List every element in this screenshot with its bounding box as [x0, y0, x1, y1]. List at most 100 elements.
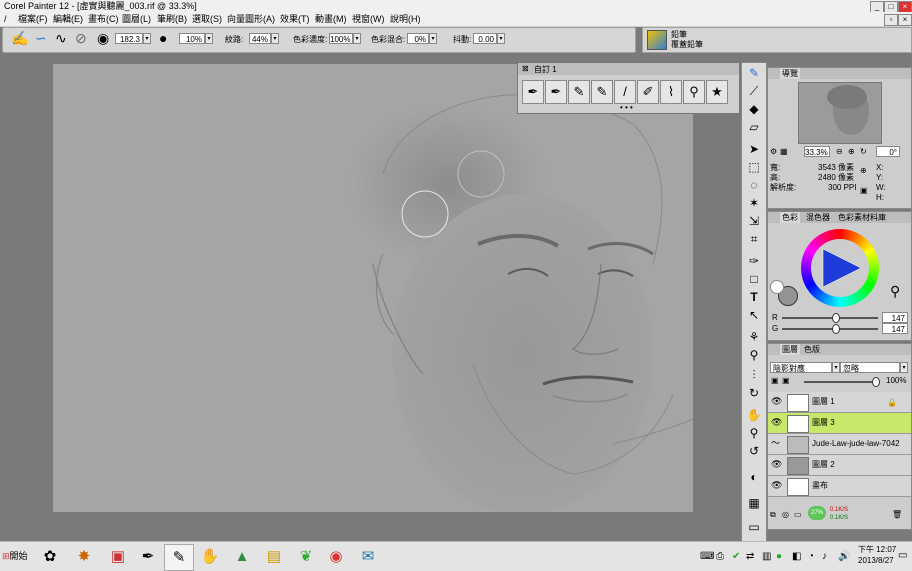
bleed-dropdown[interactable]: ▾ — [429, 33, 437, 44]
tray-printer-icon[interactable]: ⎙ — [716, 551, 724, 562]
menu-layers[interactable]: 圖層(L) — [122, 12, 151, 26]
rubber-stamp-icon[interactable]: ⚲ — [744, 347, 764, 364]
start-button[interactable]: ⊞開始 — [2, 546, 32, 566]
layer-row[interactable]: 👁 圖層 2 — [768, 455, 911, 476]
composite-depth-select[interactable]: 忽略 — [840, 362, 900, 373]
brush-slot-5[interactable]: / — [614, 80, 636, 104]
game-app-icon[interactable]: ✸ — [70, 544, 98, 569]
layer-row[interactable]: ～ Jude-Law-jude-law-7042 — [768, 434, 911, 455]
mirror-icon[interactable]: ⫶ — [744, 367, 764, 384]
eye-icon[interactable]: 👁 — [771, 417, 782, 427]
eraser-icon[interactable]: ▱ — [744, 119, 764, 136]
r-slider-track[interactable] — [782, 317, 878, 319]
google-drive-icon[interactable]: ▲ — [228, 544, 256, 569]
pick-up-color-icon[interactable]: ▣ — [782, 376, 790, 386]
menu-effects[interactable]: 效果(T) — [280, 12, 310, 26]
brush-slot-7[interactable]: ⌇ — [660, 80, 682, 104]
brush-ghost-icon[interactable]: ⊘ — [75, 28, 87, 48]
layer-row-selected[interactable]: 👁 圖層 3 — [768, 413, 911, 434]
straight-stroke-icon[interactable]: ∿ — [55, 28, 67, 48]
eye-icon[interactable]: 👁 — [771, 480, 782, 490]
brush-slot-3[interactable]: ✎ — [568, 80, 590, 104]
brush-tool-icon[interactable]: ✍ — [11, 28, 28, 48]
rotate-icon[interactable]: ↻ — [860, 147, 867, 157]
menu-window[interactable]: 視窗(W) — [352, 12, 385, 26]
crop-icon[interactable]: ⌗ — [744, 231, 764, 248]
lock-icon[interactable]: 🔒 — [887, 398, 897, 408]
r-field[interactable]: 147 — [882, 312, 908, 323]
tray-green-icon[interactable]: ● — [776, 551, 782, 562]
resaturation-field[interactable]: 100% — [329, 33, 353, 44]
tray-wifi-icon[interactable]: ◔ — [808, 551, 814, 562]
main-color-swatch-icon[interactable]: ◐ — [744, 469, 764, 486]
tray-shield-icon[interactable]: ✔ — [732, 551, 740, 562]
brush-slot-6[interactable]: ✐ — [637, 80, 659, 104]
evernote-icon[interactable]: ❦ — [292, 544, 320, 569]
composite-method-select[interactable]: 陰影對應 — [770, 362, 832, 373]
jitter-dropdown[interactable]: ▾ — [497, 33, 505, 44]
grain-dropdown[interactable]: ▾ — [271, 33, 279, 44]
navigator-thumbnail[interactable] — [798, 82, 882, 144]
media-selector-icon[interactable]: ▭ — [744, 519, 764, 536]
freehand-stroke-icon[interactable]: ∽ — [35, 28, 47, 48]
tray-keyboard-icon[interactable]: ⌨ — [700, 551, 714, 562]
painter-active-icon[interactable]: ✎ — [164, 544, 194, 571]
pinwheel-app-icon[interactable]: ✿ — [36, 544, 64, 569]
dynamic-plugins-icon[interactable]: ◎ — [782, 510, 789, 520]
grabber-icon[interactable]: ✋ — [744, 407, 764, 424]
paper-selector-icon[interactable]: ▦ — [744, 495, 764, 512]
pen-icon[interactable]: ✑ — [744, 253, 764, 270]
delete-layer-icon[interactable]: 🗑 — [892, 510, 902, 520]
eye-icon[interactable]: 👁 — [771, 459, 782, 469]
tab-color-sets[interactable]: 色彩素材料庫 — [836, 212, 888, 223]
kaleidoscope-icon[interactable]: ↻ — [744, 385, 764, 402]
zoom-field[interactable]: 33.3% — [804, 146, 830, 157]
tab-color[interactable]: 色彩 — [780, 212, 800, 223]
brush-selector[interactable]: 鉛筆 覆蓋鉛筆 — [642, 27, 912, 53]
tab-layers[interactable]: 圖層 — [780, 344, 800, 355]
composite-method-dropdown[interactable]: ▾ — [832, 362, 840, 373]
opacity-slider-thumb[interactable] — [872, 377, 880, 387]
brush-slot-9[interactable]: ★ — [706, 80, 728, 104]
menu-brushes[interactable]: 筆刷(B) — [157, 12, 187, 26]
layer-row[interactable]: 👁 畫布 — [768, 476, 911, 497]
clock-date[interactable]: 2013/8/27 — [858, 556, 894, 565]
clock-time[interactable]: 下午 12:07 — [858, 544, 896, 555]
lasso-icon[interactable]: ◌ — [744, 177, 764, 194]
composite-depth-dropdown[interactable]: ▾ — [900, 362, 908, 373]
palette-close-icon[interactable]: ⊠ — [522, 64, 529, 73]
text-icon[interactable]: T — [744, 289, 764, 306]
layer-row[interactable]: 👁 圖層 1 🔒 — [768, 392, 911, 413]
magic-wand-icon[interactable]: ✶ — [744, 195, 764, 212]
menu-shapes[interactable]: 向量圖形(A) — [227, 12, 275, 26]
paint-bucket-icon[interactable]: ◆ — [744, 101, 764, 118]
bleed-field[interactable]: 0% — [407, 33, 429, 44]
rotation-field[interactable]: 0° — [876, 146, 900, 157]
tab-mixer[interactable]: 混色器 — [804, 212, 832, 223]
doc-restore-button[interactable]: ▫ — [884, 14, 898, 26]
eye-icon[interactable]: ～ — [771, 438, 780, 448]
chrome-icon[interactable]: ◉ — [322, 544, 350, 569]
folder-icon[interactable]: ▤ — [260, 544, 288, 569]
menu-canvas[interactable]: 畫布(C) — [88, 12, 119, 26]
app-menu-icon[interactable]: / — [4, 12, 7, 26]
preserve-transparency-icon[interactable]: ▣ — [771, 376, 779, 386]
rect-select-icon[interactable]: ⬚ — [744, 159, 764, 176]
opacity-slider-track[interactable] — [804, 381, 878, 383]
tray-speaker-icon[interactable]: 🔊 — [838, 551, 850, 562]
nav-grid-icon[interactable]: ▦ — [780, 147, 788, 157]
stamp-icon[interactable]: ⚲ — [890, 284, 900, 298]
grain-field[interactable]: 44% — [249, 33, 271, 44]
zoom-in-icon[interactable]: ⊕ — [848, 147, 855, 157]
brush-slot-4[interactable]: ✎ — [591, 80, 613, 104]
shape-selection-icon[interactable]: ↖ — [744, 307, 764, 324]
brush-icon[interactable]: ✎ — [744, 65, 764, 82]
layer-commands-icon[interactable]: ⧉ — [770, 510, 776, 520]
additional-color-swatch[interactable] — [770, 280, 784, 294]
tray-app-icon[interactable]: ◧ — [792, 551, 801, 562]
doc-close-button[interactable]: × — [898, 14, 912, 26]
menu-file[interactable]: 檔案(F) — [18, 12, 48, 26]
menu-edit[interactable]: 編輯(E) — [53, 12, 83, 26]
custom-palette-header[interactable]: ⊠ 自訂 1 — [518, 63, 739, 75]
thunderbird-icon[interactable]: ✉ — [354, 544, 382, 569]
